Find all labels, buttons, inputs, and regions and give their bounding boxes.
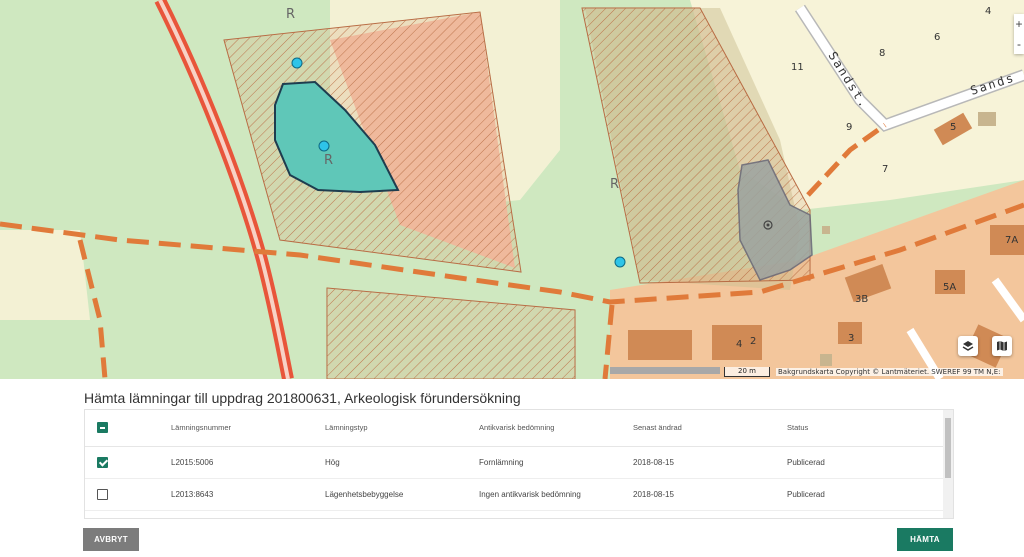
plot-number: 3B <box>855 294 868 305</box>
plot-number: 4 <box>985 6 991 17</box>
rune-mark: R <box>610 177 619 192</box>
zoom-control[interactable]: + - <box>1014 14 1024 54</box>
zoom-out-button[interactable]: - <box>1014 34 1024 54</box>
rune-mark: R <box>324 153 333 168</box>
cell-bedomning: Ingen antikvarisk bedömning <box>479 489 581 499</box>
features-table: Lämningsnummer Lämningstyp Antikvarisk b… <box>84 409 954 519</box>
table-row[interactable]: L2015:5006 Hög Fornlämning 2018-08-15 Pu… <box>85 446 943 478</box>
map-view[interactable]: Sandst. Sands 4 6 8 11 9 7 5 7A 5A 3B 3 … <box>0 0 1024 379</box>
rune-mark: R <box>286 7 295 22</box>
cell-status: Publicerad <box>787 457 825 467</box>
cell-typ: Hög <box>325 457 340 467</box>
table-scrollbar[interactable] <box>943 410 953 518</box>
scrollbar-thumb[interactable] <box>945 418 951 478</box>
cell-nummer: L2015:5006 <box>171 457 214 467</box>
map-icon <box>997 341 1007 351</box>
map-canvas[interactable]: Sandst. Sands 4 6 8 11 9 7 5 7A 5A 3B 3 … <box>0 0 1024 379</box>
plot-number: 3 <box>848 333 854 344</box>
column-header-typ[interactable]: Lämningstyp <box>325 410 479 446</box>
column-header-nummer[interactable]: Lämningsnummer <box>171 410 325 446</box>
plot-number: 8 <box>879 48 885 59</box>
row-checkbox[interactable] <box>97 456 108 468</box>
plot-number: 11 <box>791 62 804 73</box>
plot-number: 4 <box>736 339 742 350</box>
scale-bar: 20 m <box>724 367 770 377</box>
plot-number: 7 <box>882 164 888 175</box>
table-row[interactable]: L2013:8643 Lägenhetsbebyggelse Ingen ant… <box>85 478 943 510</box>
basemap-button[interactable] <box>992 336 1012 356</box>
feature-marker[interactable] <box>318 140 330 152</box>
select-all-checkbox[interactable] <box>97 422 108 434</box>
plot-number: 7A <box>1005 235 1018 246</box>
zoom-in-button[interactable]: + <box>1014 14 1024 34</box>
column-header-bedomning[interactable]: Antikvarisk bedömning <box>479 410 633 446</box>
cell-typ: Lägenhetsbebyggelse <box>325 489 404 499</box>
layers-button[interactable] <box>958 336 978 356</box>
column-header-status[interactable]: Status <box>787 410 943 446</box>
column-header-andrad[interactable]: Senast ändrad <box>633 410 787 446</box>
cell-nummer: L2013:8643 <box>171 489 214 499</box>
fetch-button[interactable]: HÄMTA <box>897 528 953 551</box>
feature-marker[interactable] <box>291 57 303 69</box>
cancel-button[interactable]: AVBRYT <box>83 528 139 551</box>
table-header-row: Lämningsnummer Lämningstyp Antikvarisk b… <box>85 410 943 446</box>
map-attribution: Bakgrundskarta Copyright © Lantmäteriet.… <box>776 368 1003 376</box>
feature-marker[interactable] <box>614 256 626 268</box>
plot-number: 5A <box>943 282 956 293</box>
panel-title: Hämta lämningar till uppdrag 201800631, … <box>84 390 521 406</box>
plot-number: 2 <box>750 336 756 347</box>
plot-number: 9 <box>846 122 852 133</box>
cell-andrad: 2018-08-15 <box>633 457 674 467</box>
row-checkbox[interactable] <box>97 488 108 500</box>
cell-bedomning: Fornlämning <box>479 457 524 467</box>
cell-status: Publicerad <box>787 489 825 499</box>
plot-number: 6 <box>934 32 940 43</box>
layers-icon <box>962 341 974 351</box>
plot-number: 5 <box>950 122 956 133</box>
cell-andrad: 2018-08-15 <box>633 489 674 499</box>
